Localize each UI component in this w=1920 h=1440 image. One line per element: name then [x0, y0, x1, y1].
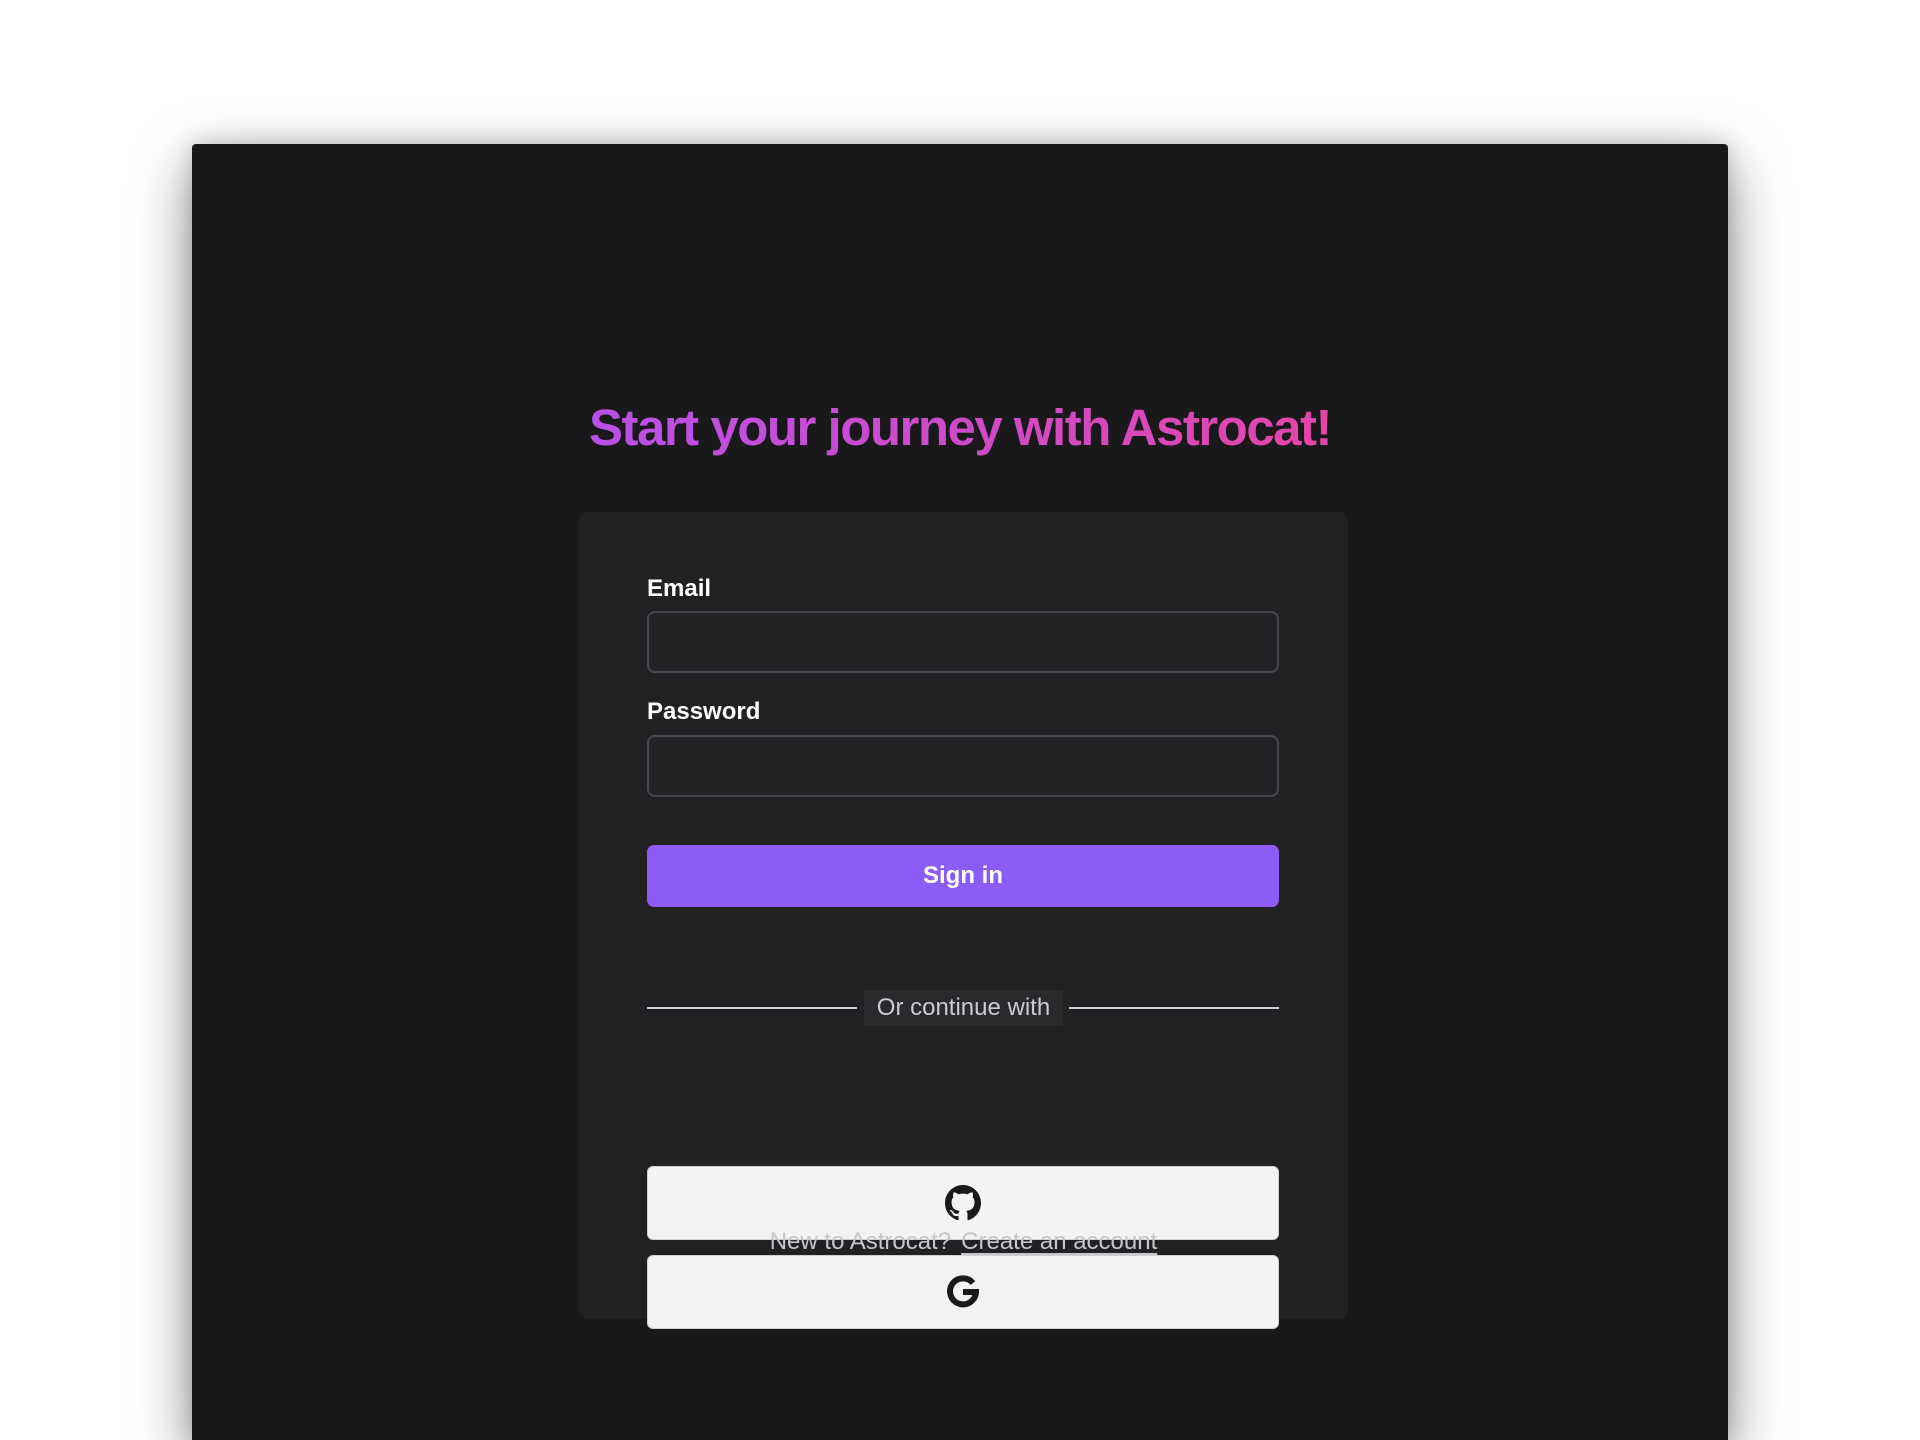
app-window: Start your journey with Astrocat! Email …: [192, 144, 1728, 1440]
email-field[interactable]: [647, 611, 1279, 673]
divider-label: Or continue with: [863, 990, 1064, 1026]
sign-in-button[interactable]: Sign in: [647, 845, 1279, 907]
sign-up-prompt-text: New to Astrocat?: [769, 1228, 952, 1255]
sign-up-prompt: New to Astrocat? Create an account: [579, 1224, 1348, 1260]
sign-in-card: Email Password Sign in Or continue with: [579, 512, 1348, 1329]
password-field[interactable]: [647, 735, 1279, 797]
page-title: Start your journey with Astrocat!: [192, 396, 1728, 460]
google-icon: [945, 1274, 981, 1310]
page-title-text: Start your journey with Astrocat!: [588, 399, 1333, 456]
password-label: Password: [647, 698, 761, 725]
email-label: Email: [647, 575, 712, 602]
divider: Or continue with: [579, 990, 1348, 1029]
github-icon: [945, 1185, 981, 1221]
google-sign-in-button[interactable]: [647, 1255, 1279, 1329]
create-account-link[interactable]: Create an account: [961, 1228, 1157, 1255]
